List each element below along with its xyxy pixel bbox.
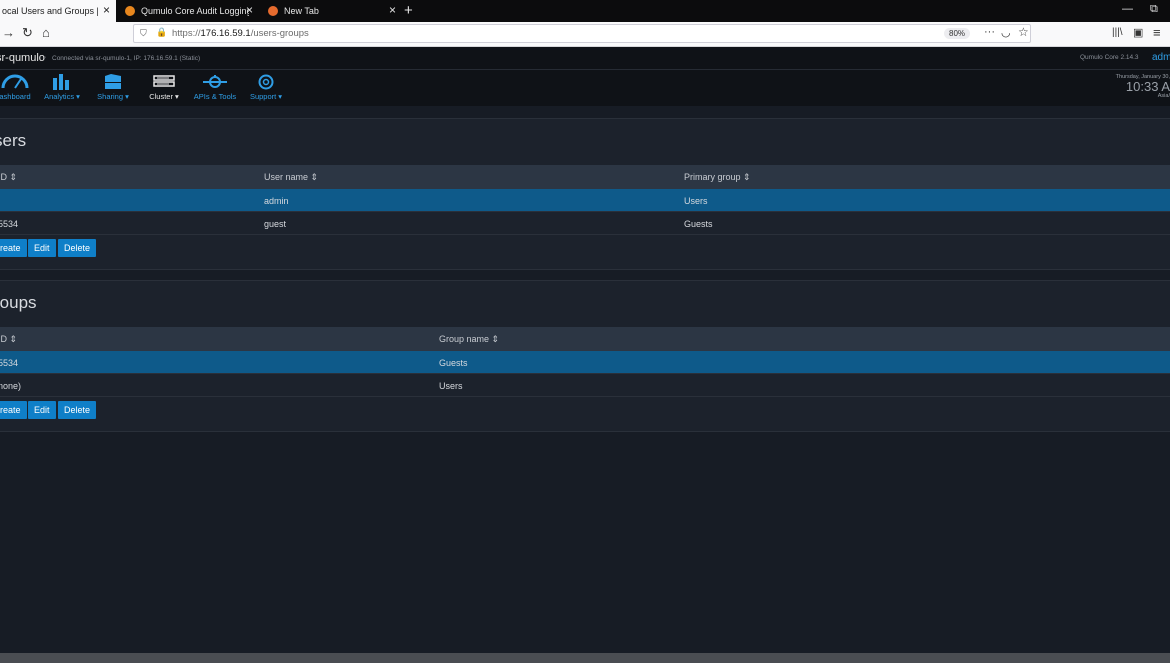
home-icon[interactable]: ⌂ bbox=[42, 26, 50, 40]
address-bar[interactable]: ⛉ 🔒 https://176.16.59.1/users-groups 80%… bbox=[133, 24, 1031, 43]
create-group-button[interactable]: reate bbox=[0, 401, 27, 419]
page-actions-menu-icon[interactable]: ··· bbox=[984, 26, 995, 38]
groups-table-header: ID ⇕ Group name ⇕ bbox=[0, 327, 1170, 351]
close-tab-icon[interactable]: × bbox=[389, 4, 396, 16]
zoom-level-badge[interactable]: 80% bbox=[944, 28, 971, 39]
groups-title: roups bbox=[0, 293, 37, 312]
col-id-header[interactable]: ID ⇕ bbox=[0, 172, 17, 183]
nav-label: Sharing ▾ bbox=[97, 92, 129, 101]
forward-arrow-icon[interactable]: → bbox=[2, 26, 15, 40]
version-label: Qumulo Core 2.14.3 bbox=[1080, 54, 1139, 61]
analytics-bar-chart-icon bbox=[53, 74, 69, 90]
pocket-icon[interactable]: ◡ bbox=[1001, 26, 1011, 39]
cell-id: 5534 bbox=[0, 358, 19, 368]
groups-panel: roups ID ⇕ Group name ⇕ 5534 Guests none… bbox=[0, 280, 1170, 432]
clock: Thursday, January 30, 10:33 A Asia/ bbox=[1116, 74, 1170, 99]
browser-navigation-bar: → ↻ ⌂ ⛉ 🔒 https://176.16.59.1/users-grou… bbox=[0, 22, 1170, 47]
cell-id: none) bbox=[0, 381, 22, 391]
cluster-name[interactable]: sr-qumulo bbox=[0, 52, 45, 64]
users-panel: sers ID ⇕ User name ⇕ Primary group ⇕ ad… bbox=[0, 118, 1170, 270]
cell-primary-group: Guests bbox=[684, 219, 713, 229]
cell-groupname: Guests bbox=[439, 358, 468, 368]
new-tab-plus-icon[interactable]: + bbox=[404, 2, 413, 19]
nav-label: Support ▾ bbox=[249, 92, 283, 101]
nav-cluster[interactable]: Cluster ▾ bbox=[145, 72, 183, 101]
close-tab-icon[interactable]: × bbox=[103, 4, 110, 16]
shield-icon[interactable]: ⛉ bbox=[140, 28, 147, 39]
nav-dashboard[interactable]: ashboard bbox=[0, 72, 34, 101]
tab-audit-logging[interactable]: Qumulo Core Audit Logging - × bbox=[117, 0, 259, 22]
qumulo-favicon-icon bbox=[125, 6, 135, 16]
cell-username: guest bbox=[264, 219, 287, 229]
users-table-header: ID ⇕ User name ⇕ Primary group ⇕ bbox=[0, 165, 1170, 189]
api-tools-icon bbox=[203, 75, 227, 88]
connection-info: Connected via sr-qumulo-1, IP: 176.16.59… bbox=[52, 55, 201, 62]
url-text: https://176.16.59.1/users-groups bbox=[172, 28, 309, 39]
sidebar-toggle-icon[interactable]: ▣ bbox=[1133, 26, 1143, 40]
tab-label: Qumulo Core Audit Logging - bbox=[141, 6, 249, 16]
close-tab-icon[interactable]: × bbox=[246, 4, 253, 16]
app-header: sr-qumulo › Connected via sr-qumulo-1, I… bbox=[0, 47, 1170, 70]
tab-label: New Tab bbox=[284, 6, 319, 16]
clock-time: 10:33 A bbox=[1125, 79, 1170, 94]
users-title: sers bbox=[0, 131, 27, 150]
nav-label: APIs & Tools bbox=[193, 92, 237, 101]
nav-label: ashboard bbox=[0, 92, 31, 101]
nav-sharing[interactable]: Sharing ▾ bbox=[93, 72, 133, 101]
edit-user-button[interactable]: Edit bbox=[28, 239, 56, 257]
url-scheme: https:// bbox=[172, 28, 201, 39]
edit-group-button[interactable]: Edit bbox=[28, 401, 56, 419]
tab-label: ocal Users and Groups | sr-qu bbox=[2, 6, 98, 16]
create-user-button[interactable]: reate bbox=[0, 239, 27, 257]
nav-apis-tools[interactable]: APIs & Tools bbox=[191, 72, 239, 101]
url-host: 176.16.59.1 bbox=[200, 28, 251, 39]
cell-id: 5534 bbox=[0, 219, 19, 229]
table-row[interactable]: 5534 Guests bbox=[0, 351, 1170, 374]
url-path: /users-groups bbox=[250, 28, 309, 39]
hamburger-menu-icon[interactable]: ≡ bbox=[1153, 26, 1161, 40]
firefox-favicon-icon bbox=[268, 6, 278, 16]
table-row[interactable]: admin Users bbox=[0, 189, 1170, 212]
browser-tab-bar: ocal Users and Groups | sr-qu × Qumulo C… bbox=[0, 0, 1170, 22]
cell-groupname: Users bbox=[439, 381, 463, 391]
chevron-right-icon: › bbox=[44, 55, 46, 61]
restore-window-icon[interactable]: ⧉ bbox=[1150, 3, 1158, 16]
col-id-header[interactable]: ID ⇕ bbox=[0, 334, 17, 345]
tab-new-tab[interactable]: New Tab × bbox=[260, 0, 402, 22]
delete-group-button[interactable]: Delete bbox=[58, 401, 97, 419]
col-primary-group-header[interactable]: Primary group ⇕ bbox=[684, 172, 751, 183]
app-main-nav: ashboard Analytics ▾ Sharing ▾ Cluster ▾… bbox=[0, 70, 1170, 106]
col-groupname-header[interactable]: Group name ⇕ bbox=[439, 334, 499, 345]
nav-support[interactable]: Support ▾ bbox=[246, 72, 286, 101]
tab-local-users-groups[interactable]: ocal Users and Groups | sr-qu × bbox=[0, 0, 116, 22]
lock-warning-icon[interactable]: 🔒 bbox=[156, 27, 167, 38]
support-lifebuoy-icon bbox=[258, 74, 274, 90]
cell-username: admin bbox=[264, 196, 289, 206]
bookmark-star-icon[interactable]: ☆ bbox=[1018, 25, 1029, 39]
reload-icon[interactable]: ↻ bbox=[22, 26, 33, 40]
bottom-scrollbar[interactable] bbox=[0, 653, 1170, 663]
minimize-window-icon[interactable]: — bbox=[1122, 3, 1133, 15]
nav-label: Analytics ▾ bbox=[44, 92, 80, 101]
table-row[interactable]: 5534 guest Guests bbox=[0, 212, 1170, 235]
cluster-server-icon bbox=[153, 75, 175, 87]
delete-user-button[interactable]: Delete bbox=[58, 239, 97, 257]
library-icon[interactable]: |||\ bbox=[1112, 26, 1123, 40]
cell-primary-group: Users bbox=[684, 196, 708, 206]
nav-label: Cluster ▾ bbox=[149, 92, 179, 101]
user-menu[interactable]: adm bbox=[1152, 52, 1170, 63]
dashboard-gauge-icon bbox=[1, 74, 29, 89]
sharing-folders-icon bbox=[105, 74, 121, 89]
table-row[interactable]: none) Users bbox=[0, 374, 1170, 397]
col-username-header[interactable]: User name ⇕ bbox=[264, 172, 318, 183]
nav-analytics[interactable]: Analytics ▾ bbox=[41, 72, 83, 101]
